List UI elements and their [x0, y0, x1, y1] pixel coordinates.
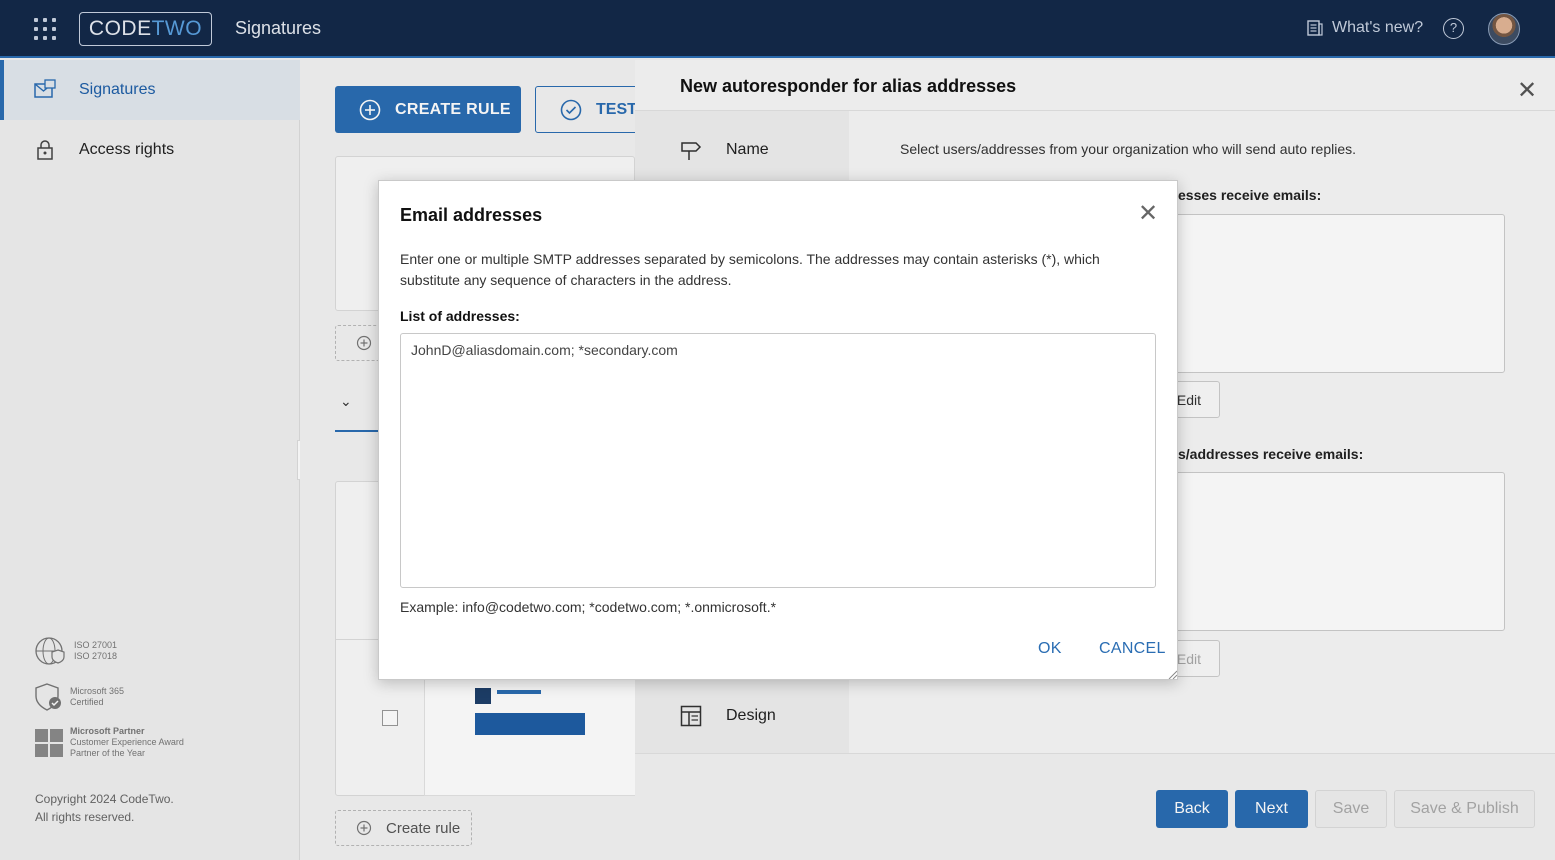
dialog-title: Email addresses: [400, 205, 543, 225]
example-text: Example: info@codetwo.com; *codetwo.com;…: [400, 599, 777, 615]
addresses-textarea[interactable]: JohnD@aliasdomain.com; *secondary.com: [400, 333, 1156, 588]
close-icon[interactable]: ✕: [1138, 202, 1158, 226]
list-of-addresses-label: List of addresses:: [400, 308, 520, 324]
dialog-description: Enter one or multiple SMTP addresses sep…: [400, 251, 1100, 288]
cancel-button[interactable]: CANCEL: [1099, 640, 1166, 658]
resize-grip-icon[interactable]: [1167, 669, 1177, 679]
ok-button[interactable]: OK: [1038, 640, 1062, 658]
email-addresses-dialog: Email addresses ✕ Enter one or multiple …: [378, 180, 1178, 680]
